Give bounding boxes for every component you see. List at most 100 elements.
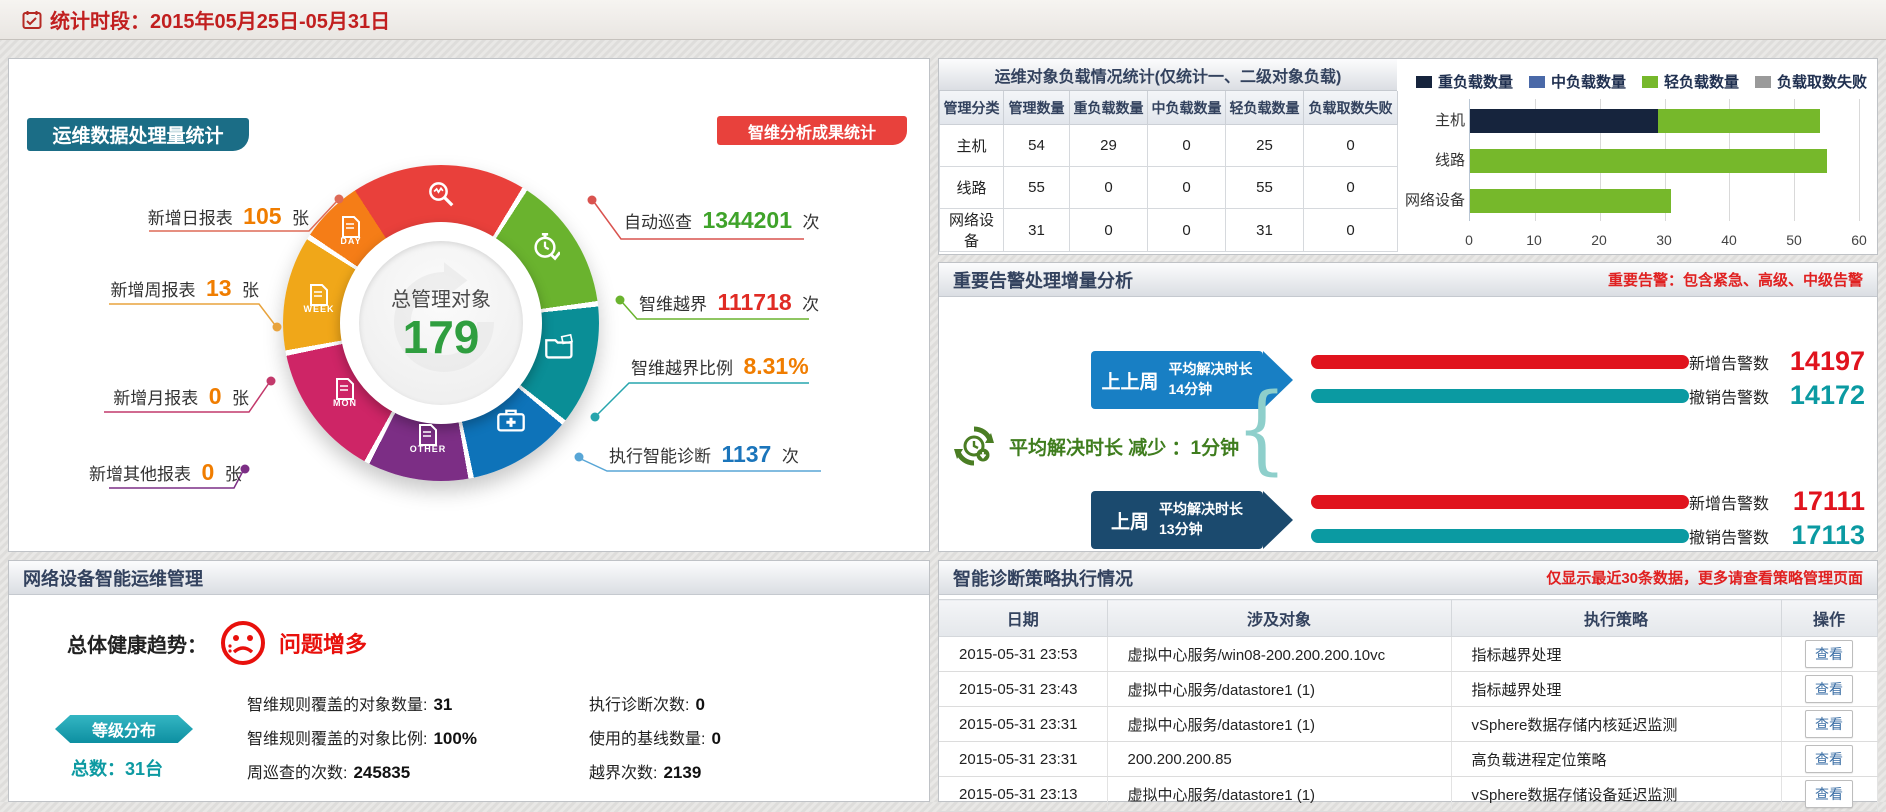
segment-caption: WEEK: [304, 304, 335, 314]
x-axis-tick-label: 60: [1851, 232, 1867, 248]
diagnosis-table-header-cell: 涉及对象: [1107, 600, 1451, 637]
x-axis-tick-label: 30: [1656, 232, 1672, 248]
diagnosis-table: 日期涉及对象执行策略操作 2015-05-31 23:53虚拟中心服务/win0…: [939, 599, 1878, 812]
stopwatch-icon: [523, 231, 567, 261]
health-trend-label: 总体健康趋势：: [67, 629, 207, 658]
load-table-cell: 0: [1070, 209, 1148, 252]
view-button[interactable]: 查看: [1805, 640, 1853, 668]
network-stat-label: 使用的基线数量:: [589, 731, 705, 748]
view-button[interactable]: 查看: [1805, 780, 1853, 808]
chart-bar-row: [1470, 149, 1859, 173]
network-stat-row: 智维规则覆盖的对象比例:100%: [247, 725, 477, 749]
chart-bar-row: [1470, 189, 1859, 213]
stat-unit: 次: [802, 213, 819, 232]
diagnosis-table-header-cell: 执行策略: [1451, 600, 1781, 637]
period-name: 上周: [1111, 507, 1149, 534]
alert-bar-row: 撤销告警数14172: [1311, 387, 1865, 404]
diagnosis-table-cell: vSphere数据存储设备延迟监测: [1451, 777, 1781, 812]
network-panel-title: 网络设备智能运维管理: [23, 565, 203, 591]
legend-item: 负载取数失败: [1755, 71, 1867, 92]
diagnosis-table-action-cell: 查看: [1781, 637, 1877, 672]
diagnosis-table-cell: 200.200.200.85: [1107, 742, 1451, 777]
chart-category-label: 线路: [1399, 149, 1465, 173]
segment-caption: MON: [333, 398, 357, 408]
alert-bar-label: 新增告警数: [1689, 490, 1769, 514]
auto-inspection-stat: 自动巡查 1344201 次: [624, 207, 819, 234]
view-button[interactable]: 查看: [1805, 675, 1853, 703]
network-stat-label: 执行诊断次数:: [589, 697, 689, 714]
alert-bar: [1311, 529, 1689, 543]
legend-item: 轻负载数量: [1642, 71, 1739, 92]
network-stat-value: 0: [695, 695, 704, 714]
legend-swatch: [1529, 76, 1545, 88]
diagnosis-table-cell: 指标越界处理: [1451, 637, 1781, 672]
alert-period-group: 上周平均解决时长13分钟新增告警数17111撤销告警数17113: [939, 491, 1865, 555]
magnifier-chart-icon: [419, 179, 463, 209]
load-bar-chart: 重负载数量中负载数量轻负载数量负载取数失败 0102030405060 主机线路…: [1397, 59, 1879, 254]
load-panel-title-text: 运维对象负载情况统计(仅统计一、二级对象负载): [995, 63, 1342, 87]
folder-icon: [538, 333, 582, 359]
load-table-cell: 主机: [940, 125, 1004, 167]
chart-bar-segment: [1470, 109, 1658, 133]
diagnosis-table-cell: vSphere数据存储内核延迟监测: [1451, 707, 1781, 742]
network-stat-label: 智维规则覆盖的对象数量:: [247, 697, 427, 714]
stat-unit: 张: [242, 281, 259, 300]
document-icon: DAY: [329, 215, 373, 246]
alert-summary-row: 平均解决时长 减少 ：1分钟: [951, 423, 1239, 469]
load-table-header-row: 管理分类管理数量重负载数量中负载数量轻负载数量负载取数失败: [940, 91, 1398, 125]
load-table-cell: 0: [1304, 167, 1398, 209]
device-total-label: 总数：31台: [71, 755, 163, 781]
stat-label: 智维越界比例: [631, 359, 733, 378]
arrow-right-icon: [1263, 491, 1293, 549]
diagnosis-table-header-cell: 操作: [1781, 600, 1877, 637]
alert-bar-value: 14197: [1779, 346, 1865, 377]
analysis-result-badge: 智维分析成果统计: [717, 116, 907, 145]
network-panel-body: 总体健康趋势： 问题增多 等级分布 总数：31台 智维规则覆盖的对象数量:31智…: [9, 595, 929, 801]
network-panel-title-bar: 网络设备智能运维管理: [9, 561, 929, 595]
weekly-report-stat: 新增周报表 13 张: [109, 275, 259, 302]
alert-bar-value: 17113: [1779, 520, 1865, 551]
stat-label: 执行智能诊断: [609, 447, 711, 466]
view-button[interactable]: 查看: [1805, 745, 1853, 773]
network-stat-value: 0: [711, 729, 720, 748]
load-table-cell: 0: [1148, 209, 1226, 252]
segment-caption: DAY: [340, 236, 361, 246]
chart-category-label: 主机: [1399, 109, 1465, 133]
diagnosis-table-action-cell: 查看: [1781, 672, 1877, 707]
alert-panel-body: 上上周平均解决时长14分钟新增告警数14197撤销告警数14172上周平均解决时…: [939, 297, 1877, 551]
monthly-report-stat: 新增月报表 0 张: [104, 383, 249, 410]
load-table-cell: 55: [1226, 167, 1304, 209]
chart-category-label: 网络设备: [1399, 189, 1465, 213]
sad-face-icon: [219, 619, 267, 667]
period-duration: 平均解决时长13分钟: [1159, 500, 1243, 539]
diagnosis-table-cell: 2015-05-31 23:13: [939, 777, 1107, 812]
document-icon: WEEK: [297, 283, 341, 314]
network-stat-row: 越界次数:2139: [589, 759, 701, 783]
legend-swatch: [1416, 76, 1432, 88]
period-name: 上上周: [1101, 367, 1158, 394]
stat-value: 0: [201, 459, 214, 485]
alert-panel-note: 重要告警：包含紧急、高级、中级告警: [1608, 269, 1863, 290]
diagnosis-strategy-panel: 智能诊断策略执行情况 仅显示最近30条数据，更多请查看策略管理页面 日期涉及对象…: [938, 560, 1878, 802]
total-objects-value: 179: [403, 312, 480, 363]
stat-unit: 次: [802, 295, 819, 314]
load-table-header-cell: 轻负载数量: [1226, 91, 1304, 125]
duration-label: 平均解决时长: [1159, 500, 1243, 520]
statistics-period-bar: 统计时段：2015年05月25日-05月31日: [0, 0, 1886, 40]
alert-bar: [1311, 495, 1689, 509]
network-stat-label: 智维规则覆盖的对象比例:: [247, 731, 427, 748]
alert-bar-value: 17111: [1779, 486, 1865, 517]
threshold-ratio-stat: 智维越界比例 8.31%: [631, 353, 815, 380]
alert-bar-row: 撤销告警数17113: [1311, 527, 1865, 544]
chart-bar-segment: [1470, 149, 1827, 173]
view-button[interactable]: 查看: [1805, 710, 1853, 738]
diagnosis-table-row: 2015-05-31 23:53虚拟中心服务/win08-200.200.200…: [939, 637, 1877, 672]
stat-value: 1137: [721, 441, 771, 467]
legend-label: 重负载数量: [1438, 71, 1513, 92]
network-stat-value: 2139: [663, 763, 701, 782]
diagnosis-panel-title-bar: 智能诊断策略执行情况 仅显示最近30条数据，更多请查看策略管理页面: [939, 561, 1877, 595]
load-table-header-cell: 管理数量: [1004, 91, 1070, 125]
health-trend-status: 问题增多: [279, 627, 367, 659]
load-table-cell: 0: [1148, 167, 1226, 209]
x-axis-tick-label: 0: [1465, 232, 1473, 248]
